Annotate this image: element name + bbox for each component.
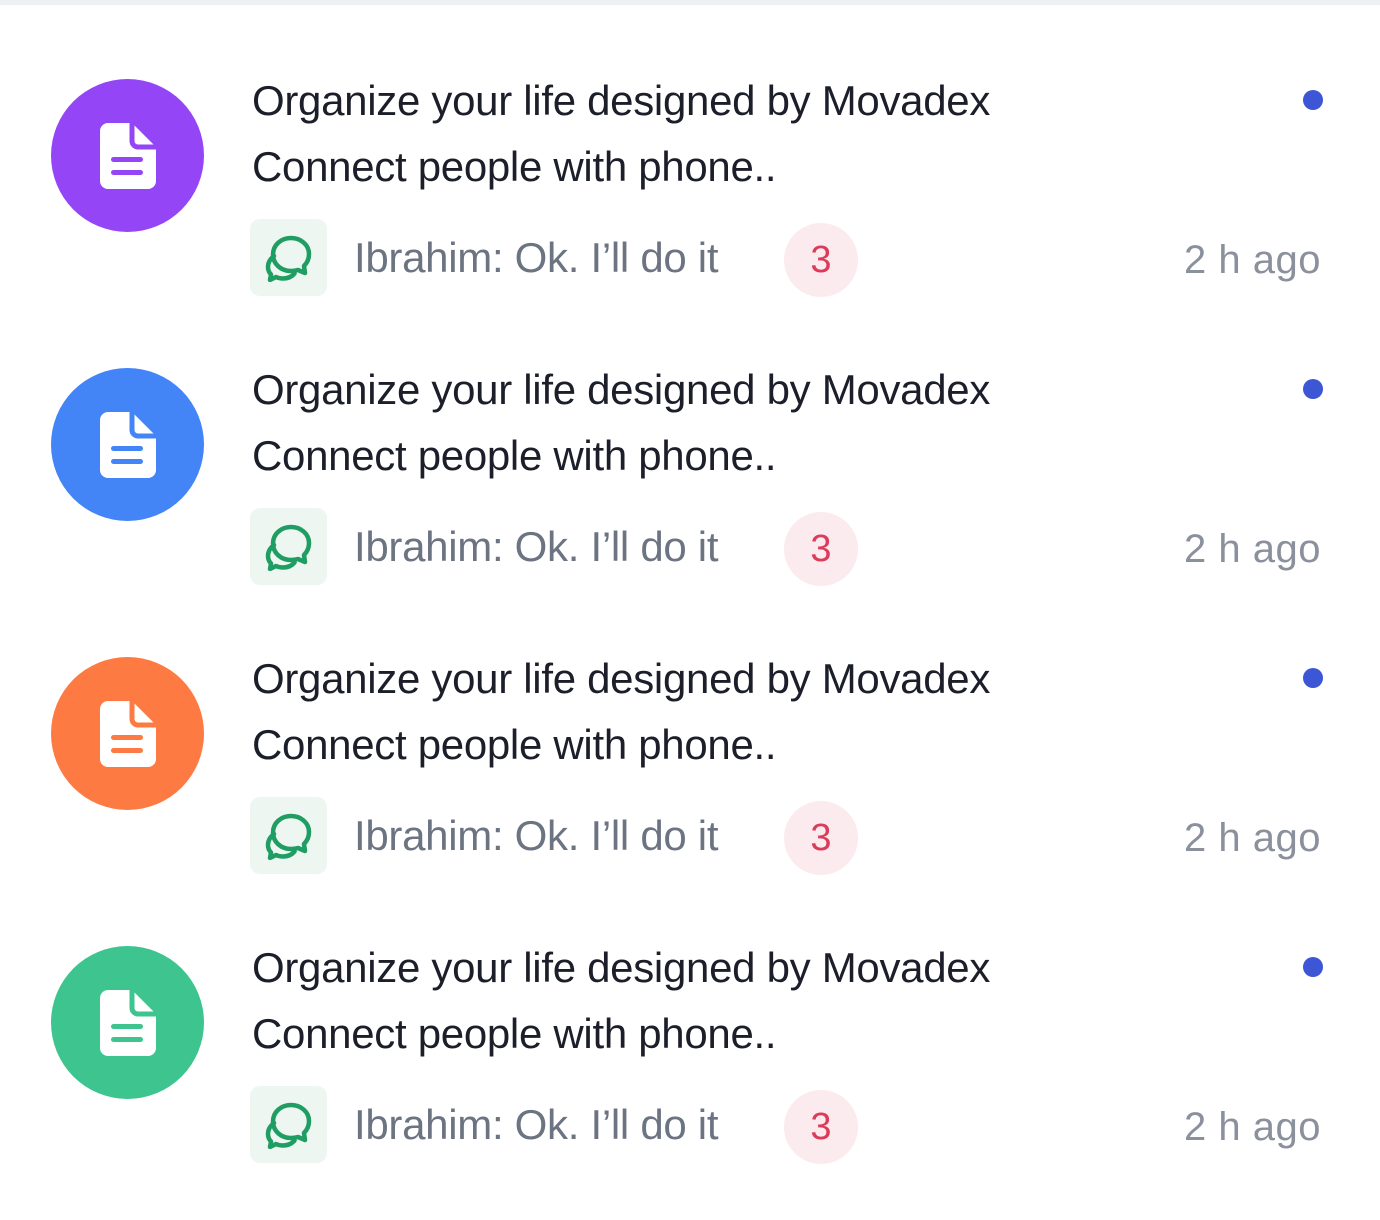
unread-count-badge: 3 — [784, 223, 858, 297]
chat-icon-box — [250, 508, 327, 585]
chat-icon-box — [250, 797, 327, 874]
chat-icon-box — [250, 219, 327, 296]
unread-indicator — [1303, 957, 1323, 977]
notification-item[interactable]: Organize your life designed by Movadex C… — [0, 79, 1380, 329]
avatar — [51, 368, 204, 521]
notification-title: Organize your life designed by Movadex — [252, 655, 991, 702]
unread-count-badge: 3 — [784, 801, 858, 875]
document-icon — [99, 989, 156, 1056]
avatar — [51, 79, 204, 232]
unread-indicator — [1303, 668, 1323, 688]
notification-subtitle: Connect people with phone.. — [252, 1010, 777, 1057]
message-preview: Ibrahim: Ok. I’ll do it — [354, 523, 719, 570]
message-preview: Ibrahim: Ok. I’ll do it — [354, 1101, 719, 1148]
notification-item[interactable]: Organize your life designed by Movadex C… — [0, 657, 1380, 907]
unread-indicator — [1303, 90, 1323, 110]
notification-subtitle: Connect people with phone.. — [252, 432, 777, 479]
document-icon — [99, 700, 156, 767]
timestamp: 2 h ago — [1184, 816, 1321, 860]
timestamp: 2 h ago — [1184, 238, 1321, 282]
timestamp: 2 h ago — [1184, 527, 1321, 571]
chat-icon-box — [250, 1086, 327, 1163]
avatar — [51, 946, 204, 1099]
message-preview: Ibrahim: Ok. I’ll do it — [354, 812, 719, 859]
unread-count-badge: 3 — [784, 1090, 858, 1164]
notification-item[interactable]: Organize your life designed by Movadex C… — [0, 368, 1380, 618]
chat-bubbles-icon — [265, 813, 311, 860]
notification-subtitle: Connect people with phone.. — [252, 721, 777, 768]
chat-bubbles-icon — [265, 235, 311, 282]
unread-count-badge: 3 — [784, 512, 858, 586]
notification-subtitle: Connect people with phone.. — [252, 143, 777, 190]
notification-title: Organize your life designed by Movadex — [252, 944, 991, 991]
avatar — [51, 657, 204, 810]
document-icon — [99, 122, 156, 189]
notification-title: Organize your life designed by Movadex — [252, 77, 991, 124]
timestamp: 2 h ago — [1184, 1105, 1321, 1149]
notification-item[interactable]: Organize your life designed by Movadex C… — [0, 946, 1380, 1196]
top-divider — [0, 0, 1380, 5]
notification-title: Organize your life designed by Movadex — [252, 366, 991, 413]
message-preview: Ibrahim: Ok. I’ll do it — [354, 234, 719, 281]
chat-bubbles-icon — [265, 1102, 311, 1149]
document-icon — [99, 411, 156, 478]
chat-bubbles-icon — [265, 524, 311, 571]
unread-indicator — [1303, 379, 1323, 399]
